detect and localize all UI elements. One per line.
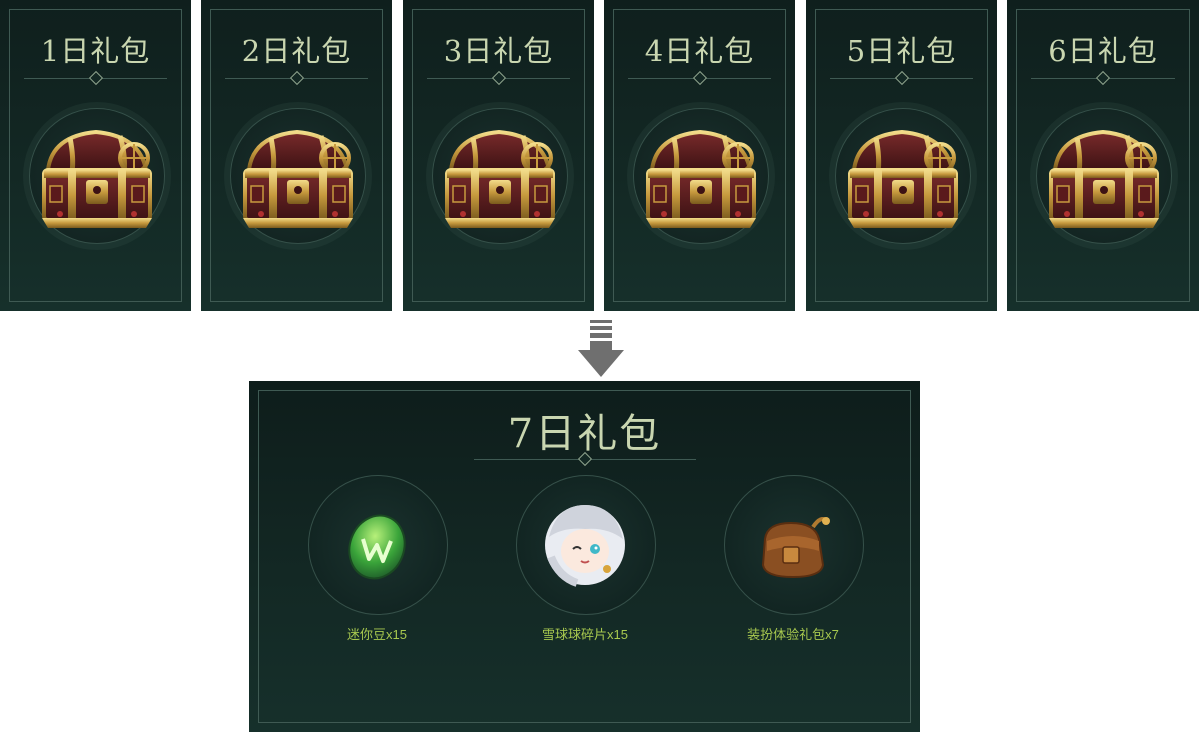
green-egg-icon (348, 514, 406, 580)
pack-card-day1[interactable]: 1日礼包 (0, 0, 191, 311)
pack-card-day2[interactable]: 2日礼包 (201, 0, 392, 311)
pack-title: 1日礼包 (40, 34, 151, 68)
pack-title: 7日礼包 (507, 411, 662, 457)
character-portrait-icon (545, 505, 625, 587)
reward-item[interactable]: 装扮体验礼包x7 (718, 475, 868, 645)
brown-bag-icon (761, 517, 830, 579)
treasure-chest-icon (634, 118, 766, 236)
treasure-chest-icon (1037, 118, 1169, 236)
pack-title: 6日礼包 (1048, 34, 1158, 68)
treasure-chest-icon (30, 118, 162, 236)
treasure-chest-icon (836, 118, 968, 236)
reward-label: 装扮体验礼包x7 (747, 627, 839, 642)
down-arrow-icon (578, 320, 624, 377)
pack-title: 3日礼包 (443, 34, 554, 68)
reward-label: 雪球球碎片x15 (542, 627, 628, 642)
pack-card-day4[interactable]: 4日礼包 (604, 0, 795, 311)
reward-item[interactable]: 迷你豆x15 (302, 475, 452, 645)
pack-card-day6[interactable]: 6日礼包 (1007, 0, 1199, 311)
reward-label: 迷你豆x15 (347, 627, 407, 642)
reward-item[interactable]: 雪球球碎片x15 (510, 475, 660, 645)
pack-card-day5[interactable]: 5日礼包 (806, 0, 997, 311)
pack-card-day3[interactable]: 3日礼包 (403, 0, 594, 311)
pack-title: 2日礼包 (241, 34, 352, 68)
pack-title: 5日礼包 (846, 34, 957, 68)
treasure-chest-icon (231, 118, 363, 236)
pack-card-day7[interactable]: 7日礼包 迷你豆x15 雪球球碎片x15 装扮体验礼包x7 (249, 381, 920, 732)
treasure-chest-icon (433, 118, 565, 236)
pack-title: 4日礼包 (644, 34, 755, 68)
